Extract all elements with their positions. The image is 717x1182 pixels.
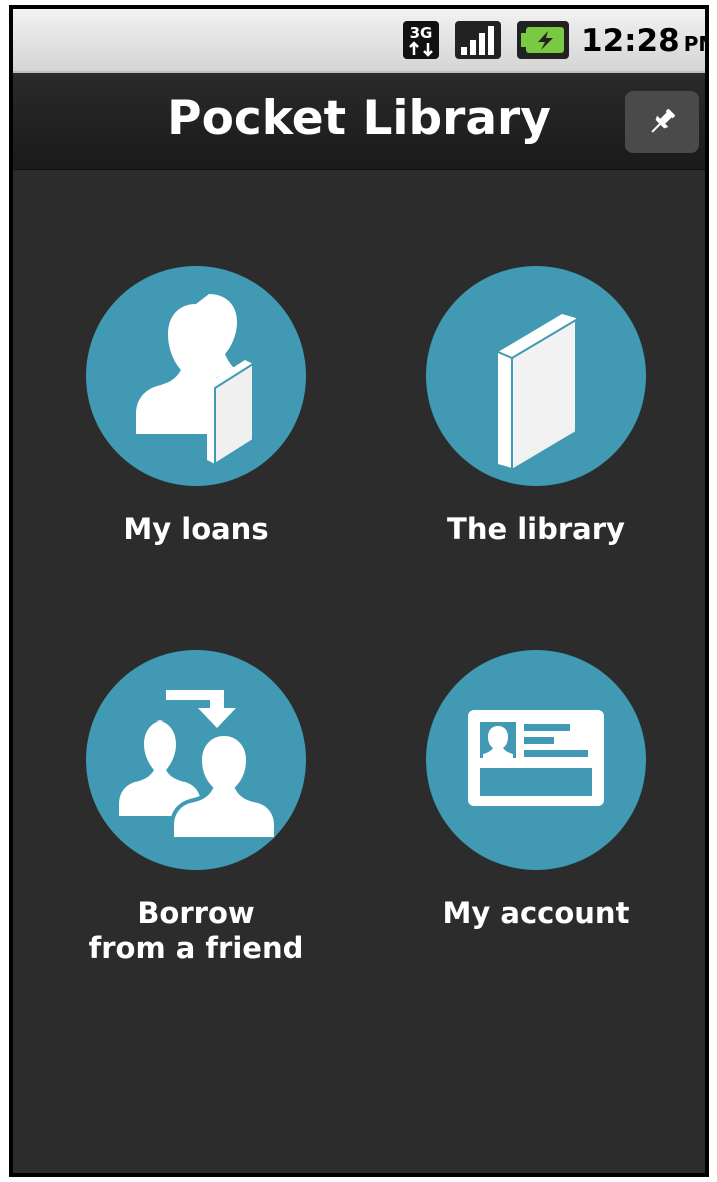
users-transfer-icon: [119, 690, 278, 841]
the-library-label: The library: [447, 512, 625, 546]
user-with-book-icon: [136, 294, 254, 466]
pin-icon: [651, 108, 676, 133]
3g-network-icon: 3G: [403, 21, 439, 59]
id-card-icon: [468, 710, 604, 806]
my-account-label: My account: [442, 896, 630, 930]
my-loans-label: My loans: [123, 512, 269, 546]
app-title: Pocket Library: [167, 91, 551, 146]
menu-tile-the-library[interactable]: The library: [386, 266, 686, 596]
signal-strength-icon: [455, 21, 501, 59]
menu-tile-my-account[interactable]: My account: [386, 650, 686, 980]
the-library-circle: [426, 266, 646, 486]
status-clock: 12:28PM: [581, 23, 705, 62]
menu-tile-borrow-from-a-friend[interactable]: Borrow from a friend: [46, 650, 346, 980]
pin-button[interactable]: [625, 91, 699, 153]
network-type-label: 3G: [410, 24, 433, 42]
book-icon: [497, 314, 577, 472]
clock-ampm: PM: [683, 32, 705, 56]
my-account-circle: [426, 650, 646, 870]
my-loans-circle: [86, 266, 306, 486]
status-bar: 3G 12:28PM: [13, 9, 705, 73]
menu-tile-my-loans[interactable]: My loans: [46, 266, 346, 596]
phone-screen: 3G 12:28PM Pocket Library: [9, 5, 709, 1177]
app-title-bar: Pocket Library: [13, 73, 705, 170]
borrow-label: Borrow from a friend: [88, 896, 304, 965]
battery-charging-icon: [517, 21, 569, 59]
clock-time: 12:28: [581, 23, 680, 59]
borrow-circle: [86, 650, 306, 870]
